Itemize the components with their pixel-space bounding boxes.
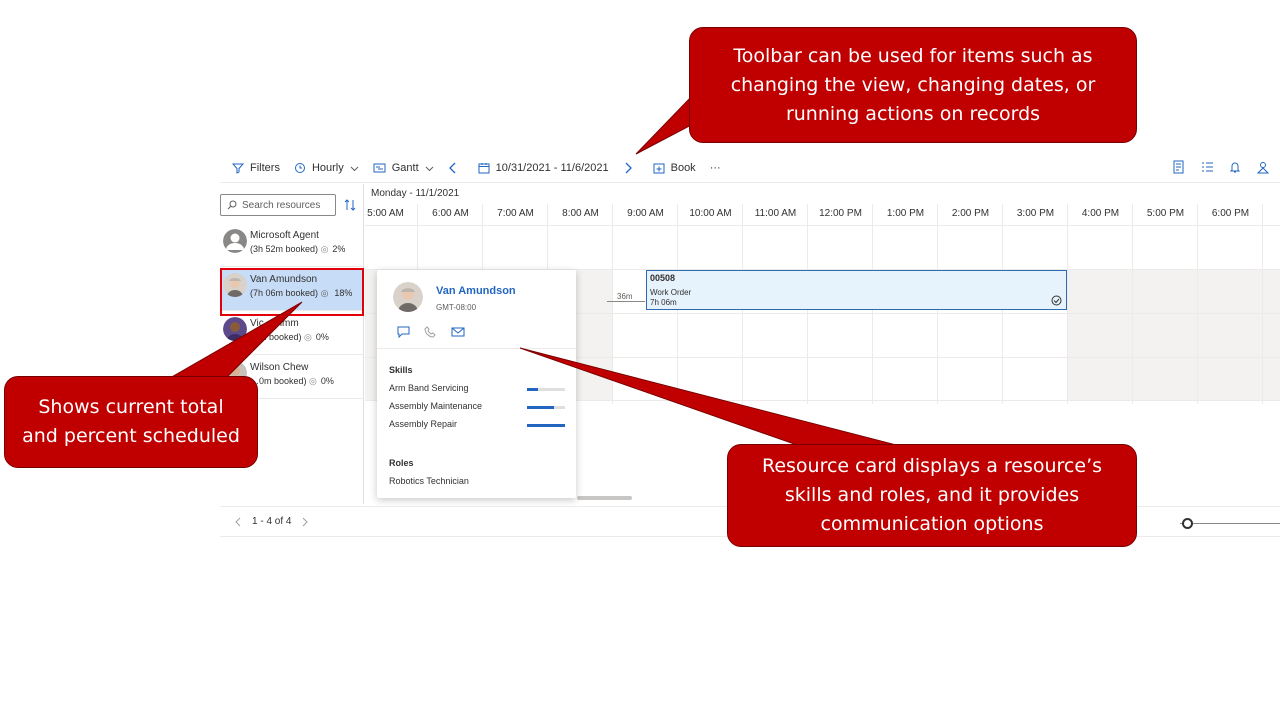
- total-callout-text: Shows current total and percent schedule…: [22, 396, 240, 447]
- toolbar-callout: Toolbar can be used for items such as ch…: [689, 27, 1137, 143]
- total-callout: Shows current total and percent schedule…: [4, 376, 258, 468]
- card-callout: Resource card displays a resource’s skil…: [727, 444, 1137, 547]
- card-callout-text: Resource card displays a resource’s skil…: [761, 455, 1103, 535]
- toolbar-callout-text: Toolbar can be used for items such as ch…: [730, 44, 1096, 125]
